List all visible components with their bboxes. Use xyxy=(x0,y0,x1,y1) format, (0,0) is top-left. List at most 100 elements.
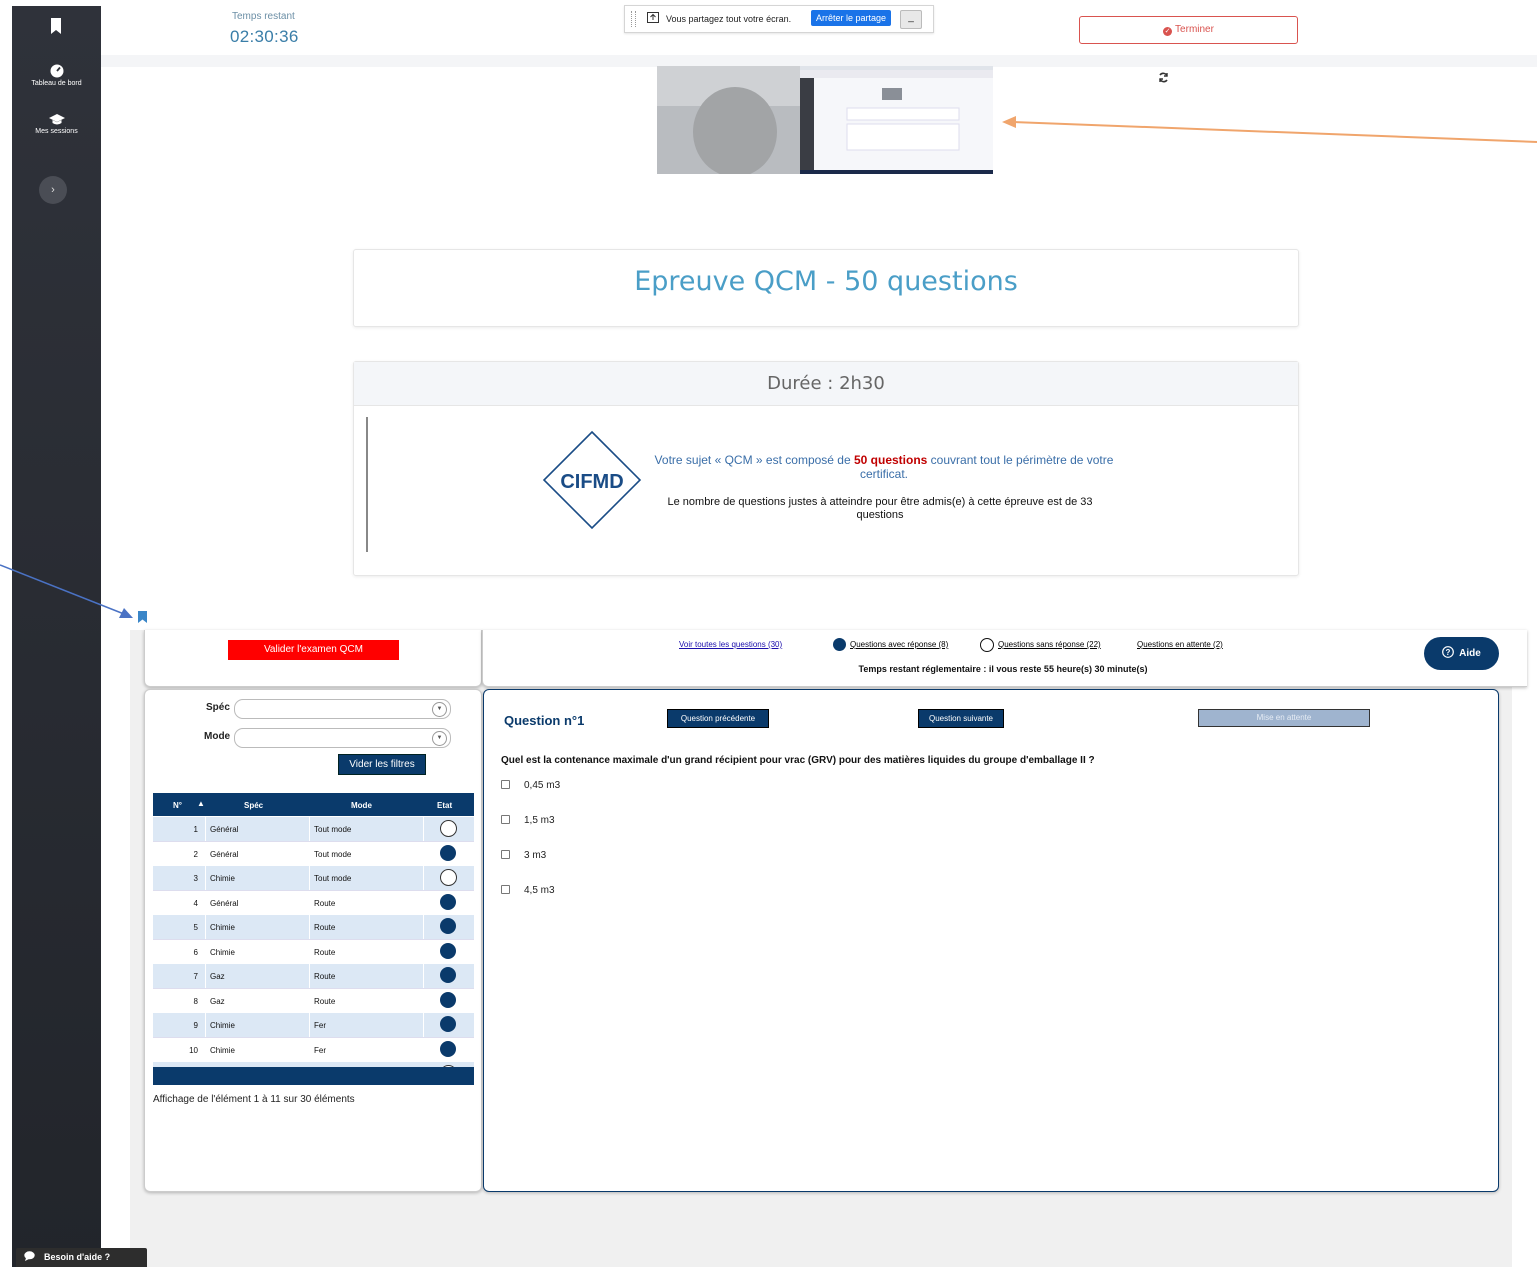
put-on-hold-button[interactable]: Mise en attente xyxy=(1198,709,1370,727)
table-header: N° ▲ Spéc Mode Etat xyxy=(153,793,474,816)
table-row[interactable]: 9 Chimie Fer xyxy=(153,1013,474,1038)
table-row[interactable]: 10 Chimie Fer xyxy=(153,1037,474,1063)
filter-answered-link[interactable]: Questions avec réponse (8) xyxy=(850,640,948,649)
answer-checkbox[interactable] xyxy=(501,815,510,824)
sort-ascending-icon[interactable]: ▲ xyxy=(197,799,205,808)
help-button[interactable]: ? Aide xyxy=(1424,637,1499,670)
sidebar-item-dashboard[interactable]: Tableau de bord xyxy=(12,64,101,87)
dashboard-icon xyxy=(50,64,63,78)
column-header-mode[interactable]: Mode xyxy=(351,801,372,810)
exam-description: Votre sujet « QCM » est composé de 50 qu… xyxy=(654,453,1114,481)
question-list-panel: Spéc ▼ Mode ▼ Vider les filtres N° ▲ Spé… xyxy=(144,689,482,1192)
finish-button[interactable]: ✓ Terminer xyxy=(1079,16,1298,44)
question-count: 50 questions xyxy=(853,453,928,467)
filter-all-link[interactable]: Voir toutes les questions (30) xyxy=(679,640,782,649)
column-header-number[interactable]: N° xyxy=(173,801,182,810)
row-number: 8 xyxy=(193,996,198,1006)
spec-filter-select[interactable]: ▼ xyxy=(234,699,451,719)
answer-checkbox[interactable] xyxy=(501,850,510,859)
sidebar-item-sessions[interactable]: Mes sessions xyxy=(12,113,101,135)
next-question-button[interactable]: Question suivante xyxy=(918,709,1004,728)
row-mode: Fer xyxy=(314,1045,326,1055)
answered-state-icon xyxy=(440,893,456,910)
exam-info-card: Durée : 2h30 CIFMD Votre sujet « QCM » e… xyxy=(353,361,1299,576)
share-screen-icon xyxy=(647,12,659,25)
stop-sharing-button[interactable]: Arrêter le partage xyxy=(811,10,892,26)
row-spec: Général xyxy=(210,849,239,859)
answered-filled-circle-icon xyxy=(833,638,846,651)
column-header-spec[interactable]: Spéc xyxy=(244,801,263,810)
answer-checkbox[interactable] xyxy=(501,780,510,789)
validate-panel: Valider l'examen QCM xyxy=(144,630,482,687)
answered-state-icon xyxy=(440,844,456,861)
row-spec: Gaz xyxy=(210,972,225,981)
question-text: Quel est la contenance maximale d'un gra… xyxy=(501,755,1095,766)
table-row[interactable]: 3 Chimie Tout mode xyxy=(153,866,474,891)
refresh-icon[interactable] xyxy=(1158,72,1169,86)
bookmark-icon[interactable] xyxy=(138,610,147,628)
duration-header: Durée : 2h30 xyxy=(354,362,1298,406)
row-number: 6 xyxy=(193,947,198,957)
answered-state-icon xyxy=(440,1040,456,1057)
answer-checkbox[interactable] xyxy=(501,885,510,894)
mode-filter-label: Mode xyxy=(204,731,231,742)
row-spec: Chimie xyxy=(210,1045,235,1055)
clear-filters-button[interactable]: Vider les filtres xyxy=(338,754,426,775)
need-help-tab[interactable]: Besoin d'aide ? xyxy=(16,1248,147,1267)
answered-state-icon xyxy=(440,991,456,1008)
cifmd-logo: CIFMD xyxy=(542,430,642,535)
drag-handle-icon[interactable] xyxy=(631,11,636,27)
table-row[interactable]: 8 Gaz Route xyxy=(153,988,474,1014)
answered-state-icon xyxy=(440,967,456,983)
filter-unanswered-link[interactable]: Questions sans réponse (22) xyxy=(998,640,1101,649)
row-spec: Chimie xyxy=(210,947,235,957)
row-mode: Fer xyxy=(314,1021,326,1030)
row-spec: Général xyxy=(210,898,239,908)
quote-bar xyxy=(366,417,368,552)
table-row[interactable]: 7 Gaz Route xyxy=(153,964,474,989)
previous-question-button[interactable]: Question précédente xyxy=(667,709,769,728)
row-mode: Route xyxy=(314,996,336,1006)
answer-option[interactable]: 4,5 m3 xyxy=(501,885,555,896)
answered-state-icon xyxy=(440,942,456,959)
table-row[interactable]: 2 Général Tout mode xyxy=(153,841,474,867)
row-mode: Route xyxy=(314,898,336,908)
row-number: 3 xyxy=(193,874,198,883)
timer-value: 02:30:36 xyxy=(230,27,299,46)
mode-filter-select[interactable]: ▼ xyxy=(234,728,451,748)
row-spec: Chimie xyxy=(210,874,235,883)
graduation-cap-icon xyxy=(48,114,65,125)
row-number: 1 xyxy=(193,825,198,834)
exam-title: Epreuve QCM - 50 questions xyxy=(634,266,1018,297)
sidebar-item-label: Tableau de bord xyxy=(31,80,82,87)
question-circle-icon: ? xyxy=(1442,646,1455,658)
regulatory-time-text: Temps restant réglementaire : il vous re… xyxy=(858,664,1148,674)
column-header-state[interactable]: Etat xyxy=(437,801,452,810)
answered-state-icon xyxy=(440,918,456,934)
pass-threshold-text: Le nombre de questions justes à atteindr… xyxy=(667,496,1093,521)
row-number: 9 xyxy=(193,1021,198,1030)
row-spec: Gaz xyxy=(210,996,225,1006)
exam-duration: Durée : 2h30 xyxy=(767,373,885,394)
table-row[interactable]: 5 Chimie Route xyxy=(153,915,474,940)
check-circle-icon: ✓ xyxy=(1163,27,1173,36)
share-message: Vous partagez tout votre écran. xyxy=(666,14,792,24)
sidebar-expand-button[interactable]: › xyxy=(39,176,67,204)
row-number: 4 xyxy=(193,898,198,908)
unanswered-state-icon xyxy=(440,820,457,837)
row-number: 5 xyxy=(193,923,198,932)
table-row[interactable]: 6 Chimie Route xyxy=(153,939,474,965)
row-number: 2 xyxy=(193,849,198,859)
spec-filter-label: Spéc xyxy=(206,702,230,713)
validate-exam-button[interactable]: Valider l'examen QCM xyxy=(228,640,399,660)
table-row[interactable]: 4 Général Route xyxy=(153,890,474,916)
question-panel: Question n°1 Question précédente Questio… xyxy=(483,689,1499,1192)
row-number: 7 xyxy=(193,972,198,981)
answer-option[interactable]: 0,45 m3 xyxy=(501,780,560,791)
table-row[interactable]: 1 Général Tout mode xyxy=(153,817,474,842)
answer-option[interactable]: 1,5 m3 xyxy=(501,815,555,826)
hide-share-bar-button[interactable]: _ xyxy=(900,10,922,29)
filter-pending-link[interactable]: Questions en attente (2) xyxy=(1137,640,1223,649)
sidebar: Tableau de bord Mes sessions › xyxy=(12,6,101,1267)
answer-option[interactable]: 3 m3 xyxy=(501,850,546,861)
